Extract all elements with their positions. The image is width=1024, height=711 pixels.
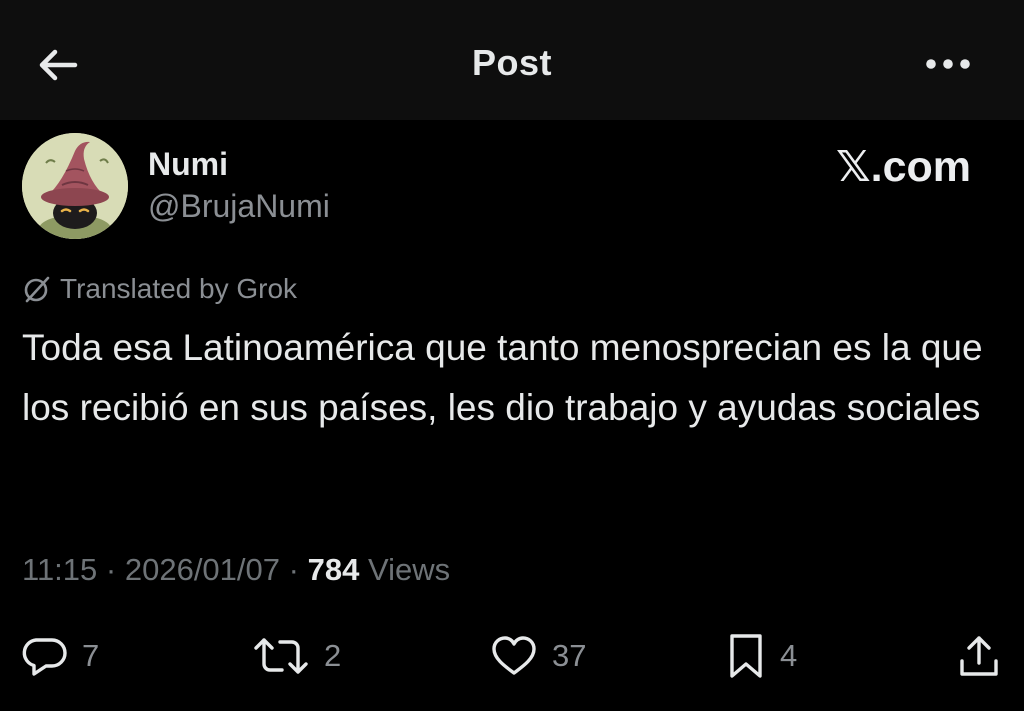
translated-by-text: Translated by Grok — [60, 273, 298, 304]
repost-icon — [254, 638, 308, 674]
reply-button[interactable]: 7 — [22, 628, 99, 684]
repost-button[interactable]: 2 — [252, 628, 341, 684]
author-display-name[interactable]: Numi — [148, 146, 228, 183]
top-bar: Post — [0, 0, 1024, 120]
grok-icon — [24, 276, 50, 303]
views-label[interactable]: Views — [368, 552, 450, 587]
post-time[interactable]: 11:15 — [22, 552, 97, 587]
post-text: Toda esa Latinoamérica que tanto menospr… — [22, 327, 983, 428]
reply-count: 7 — [82, 638, 100, 673]
repost-count: 2 — [324, 638, 342, 673]
author-handle[interactable]: @BrujaNumi — [148, 188, 330, 225]
more-dots-icon — [926, 59, 970, 69]
page-title: Post — [471, 42, 552, 83]
translation-label[interactable]: Translated by Grok — [22, 270, 297, 308]
bookmark-count: 4 — [780, 638, 798, 673]
x-com-watermark: 𝕏.com — [836, 143, 972, 191]
action-bar: 7 2 37 4 — [0, 628, 1024, 684]
post-date[interactable]: 2026/01/07 — [125, 552, 280, 587]
views-count[interactable]: 784 — [308, 552, 360, 587]
reply-icon — [22, 638, 67, 676]
like-button[interactable]: 37 — [490, 628, 586, 684]
heart-icon — [492, 636, 536, 675]
share-button[interactable] — [956, 628, 1002, 684]
share-icon — [960, 636, 998, 676]
witch-hat-avatar-image — [22, 133, 128, 239]
meta-separator: · — [288, 552, 299, 587]
bookmark-icon — [730, 634, 762, 678]
like-count: 37 — [552, 638, 587, 673]
meta-separator: · — [105, 552, 117, 587]
more-options-button[interactable] — [918, 44, 978, 84]
bookmark-button[interactable]: 4 — [726, 628, 797, 684]
avatar[interactable] — [22, 133, 128, 239]
post-metadata: 11:15 · 2026/01/07 · 784 Views — [22, 552, 450, 588]
